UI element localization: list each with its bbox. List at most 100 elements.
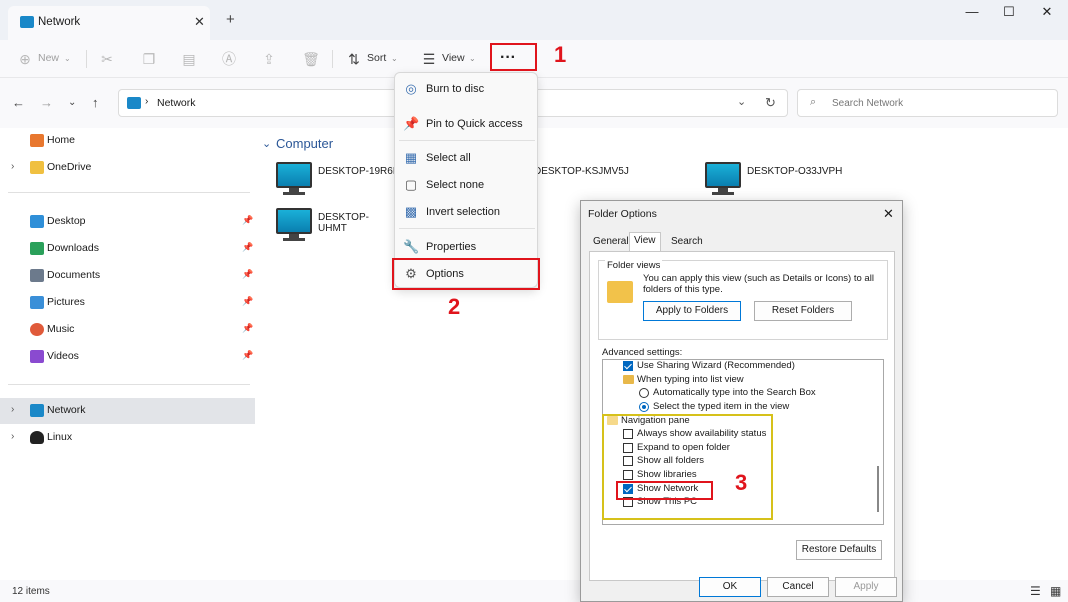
toolbar-divider — [86, 50, 87, 68]
status-bar: 12 items ☰ ▦ — [0, 580, 1068, 602]
radio-button[interactable] — [639, 388, 649, 398]
new-tab-button[interactable]: + — [226, 11, 235, 28]
sidebar-item-label: Music — [47, 323, 75, 335]
pin-icon: 📌 — [242, 350, 254, 360]
group-collapse-chevron-icon[interactable]: ⌄ — [262, 137, 271, 150]
rename-icon[interactable]: Ⓐ — [220, 50, 238, 68]
linux-penguin-icon — [30, 431, 44, 444]
menu-item-burn-to-disc[interactable]: ◎ Burn to disc — [395, 76, 537, 102]
reset-folders-button[interactable]: Reset Folders — [754, 301, 852, 321]
folder-options-dialog: Folder Options ✕ General View Search Fol… — [580, 200, 903, 602]
ok-button[interactable]: OK — [699, 577, 761, 597]
sidebar-divider — [8, 192, 250, 193]
expand-chevron-icon[interactable]: › — [11, 161, 14, 172]
sidebar-item-desktop[interactable]: Desktop 📌 — [0, 209, 255, 235]
menu-item-pin-to-quick-access[interactable]: 📌 Pin to Quick access — [395, 111, 537, 137]
advanced-settings-label: Advanced settings: — [602, 347, 683, 358]
folder-views-legend: Folder views — [605, 260, 663, 271]
sidebar-item-linux[interactable]: › Linux — [0, 425, 255, 451]
home-icon — [30, 134, 44, 147]
maximize-button[interactable]: ☐ — [995, 4, 1023, 22]
expand-chevron-icon[interactable]: › — [11, 404, 14, 415]
setting-label: When typing into list view — [637, 374, 744, 385]
annotation-number-step1: 1 — [554, 42, 567, 67]
computer-name: DESKTOP-UHMT — [318, 212, 369, 234]
pin-icon: 📌 — [242, 215, 254, 225]
forward-arrow-icon[interactable]: → — [40, 95, 53, 110]
computer-item[interactable]: DESKTOP-UHMT — [276, 208, 396, 248]
breadcrumb[interactable]: Network — [157, 97, 196, 109]
refresh-icon[interactable]: ↻ — [765, 95, 776, 111]
annotation-number-step2: 2 — [448, 294, 461, 319]
folder-views-group: Folder views You can apply this view (su… — [598, 260, 888, 340]
search-box[interactable]: ⌕ Search Network — [797, 89, 1058, 117]
sidebar-item-label: OneDrive — [47, 161, 92, 173]
item-count: 12 items — [12, 586, 50, 597]
onedrive-folder-icon — [30, 161, 44, 174]
tab-view[interactable]: View — [629, 232, 661, 252]
checkbox[interactable] — [623, 361, 633, 371]
setting-label: Select the typed item in the view — [653, 401, 790, 412]
cancel-button[interactable]: Cancel — [767, 577, 829, 597]
copy-icon[interactable]: ❐ — [140, 50, 158, 68]
new-button[interactable]: New — [38, 52, 59, 64]
network-icon — [30, 404, 44, 417]
group-header-computer[interactable]: Computer — [276, 136, 333, 151]
pictures-icon — [30, 296, 44, 309]
tab-general[interactable]: General — [589, 234, 633, 251]
sidebar-item-pictures[interactable]: Pictures 📌 — [0, 290, 255, 316]
sidebar-item-downloads[interactable]: Downloads 📌 — [0, 236, 255, 262]
back-arrow-icon[interactable]: ← — [12, 95, 25, 110]
computer-item[interactable]: DESKTOP-O33JVPH — [705, 162, 945, 202]
folder-icon — [623, 375, 634, 384]
scrollbar-thumb[interactable] — [877, 466, 879, 512]
pin-icon: 📌 — [242, 269, 254, 279]
sort-button[interactable]: Sort — [367, 52, 386, 64]
dialog-close-icon[interactable]: ✕ — [883, 206, 894, 222]
tiles-view-icon[interactable]: ▦ — [1050, 584, 1061, 598]
sidebar-item-videos[interactable]: Videos 📌 — [0, 344, 255, 370]
annotation-box-step3 — [616, 481, 713, 500]
apply-button: Apply — [835, 577, 897, 597]
toolbar-divider — [332, 50, 333, 68]
close-tab-icon[interactable]: ✕ — [194, 14, 205, 30]
sidebar-item-label: Desktop — [47, 215, 86, 227]
tab-search[interactable]: Search — [667, 234, 707, 251]
sidebar-item-documents[interactable]: Documents 📌 — [0, 263, 255, 289]
minimize-button[interactable]: — — [958, 4, 986, 22]
radio-button[interactable] — [639, 402, 649, 412]
sidebar-item-music[interactable]: Music 📌 — [0, 317, 255, 343]
music-icon — [30, 323, 44, 336]
close-window-button[interactable]: ✕ — [1033, 4, 1061, 22]
menu-item-label: Pin to Quick access — [426, 118, 523, 130]
setting-label: Automatically type into the Search Box — [653, 387, 816, 398]
tab-network[interactable]: Network ✕ — [8, 6, 210, 40]
cut-icon[interactable]: ✂ — [98, 50, 116, 68]
sort-icon: ⇅ — [348, 51, 360, 67]
recent-chevron-icon[interactable]: ⌄ — [68, 97, 76, 108]
pin-icon: 📌 — [403, 116, 420, 131]
address-dropdown-icon[interactable]: ⌄ — [737, 95, 746, 108]
share-icon[interactable]: ⇪ — [260, 50, 278, 68]
disc-icon: ◎ — [405, 81, 417, 96]
menu-divider — [399, 228, 535, 229]
sidebar-item-network[interactable]: › Network — [0, 398, 255, 424]
new-icon: ⊕ — [19, 51, 31, 67]
paste-icon[interactable]: ▤ — [180, 50, 198, 68]
network-icon — [127, 97, 141, 109]
restore-defaults-button[interactable]: Restore Defaults — [796, 540, 882, 560]
menu-item-properties[interactable]: 🔧 Properties — [395, 234, 537, 260]
sidebar-item-onedrive[interactable]: › OneDrive — [0, 155, 255, 181]
apply-to-folders-button[interactable]: Apply to Folders — [643, 301, 741, 321]
up-arrow-icon[interactable]: ↑ — [92, 95, 99, 110]
menu-item-select-all[interactable]: ▦ Select all — [395, 145, 537, 171]
details-view-icon[interactable]: ☰ — [1030, 584, 1041, 598]
sidebar-item-home[interactable]: Home — [0, 128, 255, 154]
menu-item-invert-selection[interactable]: ▩ Invert selection — [395, 199, 537, 225]
menu-item-select-none[interactable]: ▢ Select none — [395, 172, 537, 198]
delete-icon[interactable]: 🗑 — [302, 50, 320, 68]
expand-chevron-icon[interactable]: › — [11, 431, 14, 442]
desktop-icon — [30, 215, 44, 228]
view-button[interactable]: View — [442, 52, 465, 64]
search-icon: ⌕ — [810, 96, 817, 108]
